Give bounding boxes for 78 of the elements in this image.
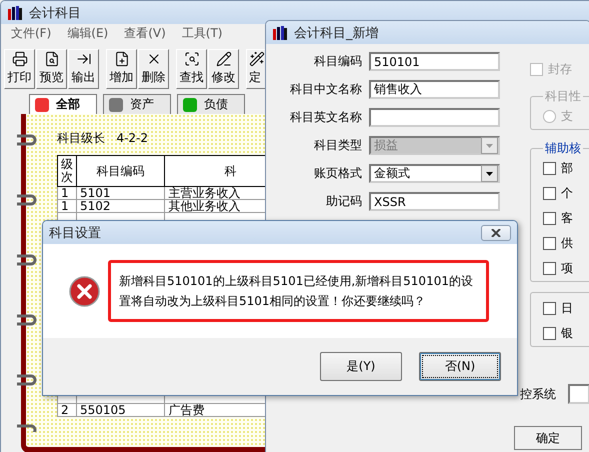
- table-cell: 1: [58, 200, 76, 212]
- preview-button[interactable]: 预览: [36, 49, 67, 89]
- table-cell: 550105: [76, 404, 165, 416]
- field-label: 科目编码: [313, 53, 362, 70]
- dropdown[interactable]: 金额式: [369, 164, 500, 183]
- menu-item[interactable]: 查看(V): [116, 25, 174, 45]
- input-field[interactable]: [568, 384, 589, 404]
- error-icon: [69, 276, 100, 306]
- checkbox[interactable]: [543, 236, 556, 250]
- checkbox-label: 日: [561, 300, 573, 316]
- menu-item[interactable]: 编辑(E): [59, 25, 116, 45]
- checkbox-label: 部: [561, 160, 573, 176]
- edit-button[interactable]: 修改: [208, 49, 239, 89]
- input-field[interactable]: XSSR: [369, 192, 500, 211]
- menu-item[interactable]: 文件(F): [3, 25, 60, 45]
- pencil-icon: [216, 51, 232, 67]
- caret-icon: [486, 172, 493, 176]
- level-label: 科目级长 4-2-2: [57, 130, 148, 147]
- error-message: 新增科目510101的上级科目5101已经使用,新增科目510101的设置将自动改为上级科目5101相同的设置！你还要继续吗？: [108, 260, 489, 322]
- yes-button[interactable]: 是(Y): [320, 352, 402, 381]
- column-header: 科目编码: [76, 156, 165, 186]
- checkbox[interactable]: [543, 162, 556, 174]
- tab-icon: [182, 96, 198, 112]
- page-plus-icon: [114, 51, 130, 67]
- page-magnifier-icon: [44, 51, 60, 67]
- checkbox[interactable]: [543, 326, 556, 340]
- checkbox-label: 封存: [548, 60, 572, 78]
- input-field[interactable]: 销售收入: [369, 80, 500, 99]
- table-cell: 5101: [76, 186, 165, 200]
- close-icon: [491, 228, 501, 236]
- table-cell: 5102: [76, 200, 165, 212]
- find-button[interactable]: 查找: [176, 49, 207, 89]
- export-button[interactable]: 输出: [68, 49, 99, 89]
- column-header: 级次: [58, 156, 76, 186]
- tab[interactable]: 负债: [177, 94, 245, 114]
- checkbox[interactable]: [543, 302, 556, 314]
- window-title: 会计科目_新增: [294, 24, 378, 42]
- checkbox-label: 供: [561, 234, 573, 252]
- add-button[interactable]: 增加: [106, 49, 137, 89]
- page-search-icon: [184, 51, 200, 67]
- checkbox[interactable]: [543, 212, 556, 224]
- tab[interactable]: 资产: [103, 94, 171, 114]
- table-cell: 1: [58, 186, 76, 200]
- table-cell: 2: [58, 404, 76, 416]
- tab-icon: [34, 96, 50, 112]
- checkbox-label: 个: [561, 184, 573, 202]
- dialog-title: 科目设置: [49, 224, 101, 242]
- field-label: 科目英文名称: [289, 109, 362, 126]
- field-label: 科目类型: [313, 137, 362, 154]
- input-field[interactable]: [369, 108, 500, 127]
- group-title: 科目性: [544, 88, 582, 105]
- books-logo-icon: [7, 4, 23, 20]
- menu-item[interactable]: 工具(T): [174, 25, 230, 45]
- magic-wand-icon: [249, 51, 265, 67]
- checkbox-label: 银: [561, 324, 573, 342]
- books-logo-icon: [272, 24, 288, 40]
- radio-label: 支: [561, 108, 573, 124]
- print-button[interactable]: 打印: [4, 49, 35, 89]
- delete-button[interactable]: 删除: [138, 49, 169, 89]
- group-title: 辅助核: [544, 140, 582, 157]
- checkbox-label: 客: [561, 210, 573, 226]
- field-label: 助记码: [325, 193, 362, 210]
- caret-icon: [486, 144, 493, 148]
- checkbox-label: 项: [561, 260, 573, 276]
- window-title: 会计科目: [29, 4, 81, 22]
- tab[interactable]: 全部: [29, 94, 97, 114]
- checkbox[interactable]: [543, 262, 556, 274]
- field-label: 控系统: [520, 386, 556, 402]
- no-button[interactable]: 否(N): [419, 352, 501, 381]
- tab-icon: [108, 96, 124, 112]
- printer-icon: [12, 51, 28, 67]
- checkbox[interactable]: [543, 186, 556, 200]
- arrow-export-icon: [76, 51, 92, 67]
- input-field[interactable]: 510101: [369, 52, 500, 71]
- field-label: 账页格式: [313, 165, 362, 182]
- field-label: 科目中文名称: [289, 81, 362, 98]
- close-button[interactable]: [481, 224, 511, 240]
- ok-button[interactable]: 确定: [514, 426, 582, 450]
